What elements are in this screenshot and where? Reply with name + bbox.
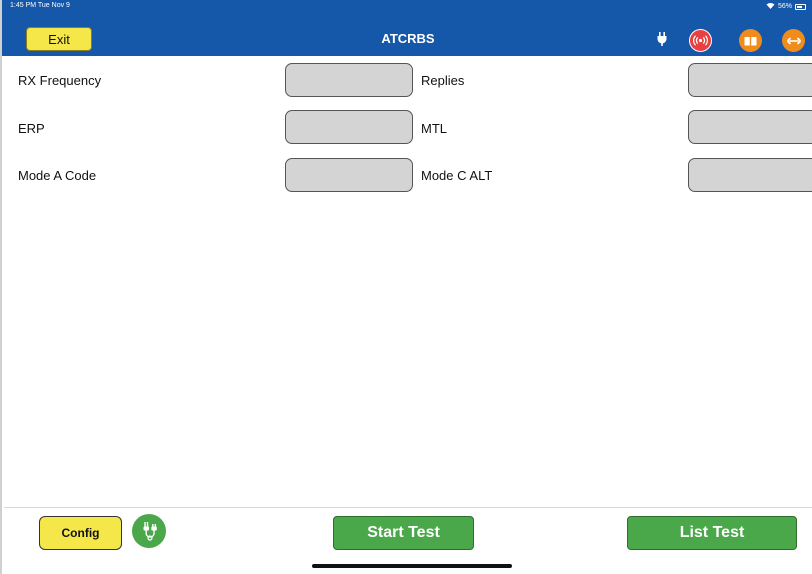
double-arrow-icon[interactable]: [782, 29, 805, 52]
status-indicators: 56%: [766, 2, 806, 11]
mode-a-code-label: Mode A Code: [18, 168, 97, 183]
rx-frequency-label: RX Frequency: [18, 73, 102, 88]
mode-a-code-field[interactable]: [285, 158, 413, 192]
mtl-field[interactable]: [688, 110, 812, 144]
battery-icon: [795, 3, 806, 10]
battery-percent: 56%: [777, 3, 792, 10]
app-screen: 1:45 PM Tue Nov 9 56% Exit ATCRBS RX Fre…: [0, 0, 812, 574]
radio-signal-icon[interactable]: [689, 29, 712, 52]
mtl-label: MTL: [421, 121, 447, 136]
exit-button[interactable]: Exit: [26, 27, 92, 51]
erp-field[interactable]: [285, 110, 413, 144]
replies-label: Replies: [421, 73, 465, 88]
footer-divider: [4, 507, 812, 508]
list-test-button[interactable]: List Test: [627, 516, 797, 550]
status-time: 1:45 PM Tue Nov 9: [10, 2, 70, 9]
mode-c-alt-label: Mode C ALT: [421, 168, 493, 183]
header-bar: 1:45 PM Tue Nov 9 56% Exit ATCRBS: [2, 0, 812, 56]
wifi-icon: [766, 2, 775, 11]
rx-frequency-field[interactable]: [285, 63, 413, 97]
book-icon[interactable]: [739, 29, 762, 52]
home-indicator[interactable]: [312, 564, 512, 568]
erp-label: ERP: [18, 121, 45, 136]
plug-icon: [656, 32, 668, 46]
config-button[interactable]: Config: [39, 516, 122, 550]
mode-c-alt-field[interactable]: [688, 158, 812, 192]
start-test-button[interactable]: Start Test: [333, 516, 474, 550]
replies-field[interactable]: [688, 63, 812, 97]
cable-icon[interactable]: [132, 514, 166, 548]
